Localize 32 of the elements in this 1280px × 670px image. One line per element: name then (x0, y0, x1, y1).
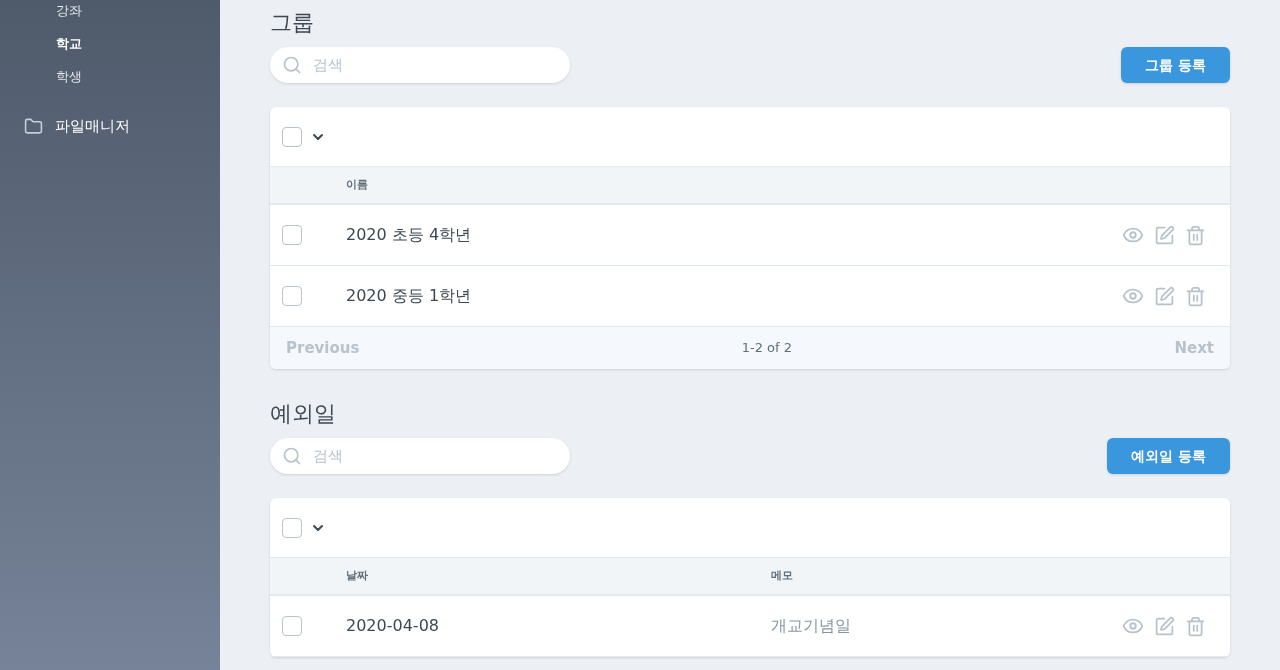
delete-icon[interactable] (1185, 615, 1206, 637)
checkbox[interactable] (282, 517, 302, 538)
table-cell-text: 2020-04-08 (346, 615, 440, 637)
edit-icon[interactable] (1154, 615, 1175, 637)
sidebar-item[interactable]: 학교 (56, 27, 220, 60)
table-cell-text: 개교기념일 (771, 615, 852, 637)
search-field[interactable]: 검색 (270, 438, 570, 474)
delete-icon[interactable] (1185, 285, 1206, 307)
add-button[interactable]: 그룹 등록 (1121, 47, 1230, 83)
checkbox[interactable] (282, 225, 302, 245)
page-range: 1-2 of 2 (741, 339, 793, 358)
search-icon (282, 446, 302, 466)
delete-icon[interactable] (1185, 224, 1206, 246)
search-icon (282, 55, 302, 75)
sidebar-item[interactable]: 파일매니저 (0, 111, 220, 141)
section-title: 그룹 (270, 8, 315, 37)
table-cell-text: 2020 초등 4학년 (346, 224, 473, 246)
checkbox[interactable] (282, 286, 302, 306)
checkbox[interactable] (282, 126, 302, 147)
column-header: 메모 (771, 567, 794, 584)
edit-icon[interactable] (1154, 224, 1175, 246)
sidebar-item[interactable]: 강좌 (56, 0, 220, 27)
column-header: 날짜 (346, 567, 369, 584)
sidebar-item[interactable]: 학생 (56, 60, 220, 93)
edit-icon[interactable] (1154, 285, 1175, 307)
search-field[interactable]: 검색 (270, 47, 570, 83)
column-header: 이름 (346, 176, 369, 193)
checkbox[interactable] (282, 616, 302, 636)
add-button[interactable]: 예외일 등록 (1107, 438, 1230, 474)
table-cell-text: 2020 중등 1학년 (346, 285, 473, 307)
folder-icon (24, 116, 43, 136)
section-title: 예외일 (270, 399, 337, 428)
